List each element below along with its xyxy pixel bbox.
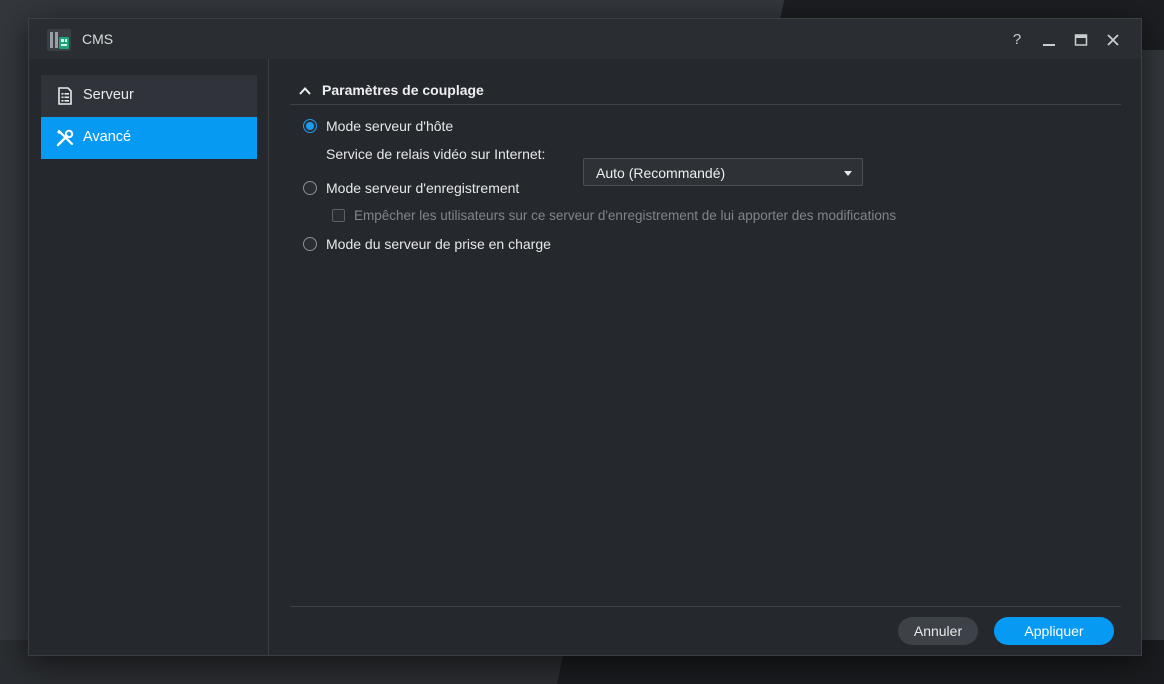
- sidebar-item-serveur[interactable]: Serveur: [41, 75, 257, 117]
- minimize-icon: [1043, 44, 1055, 46]
- section-header-couplage[interactable]: Paramètres de couplage: [290, 81, 1121, 105]
- host-mode-radio[interactable]: [303, 119, 317, 133]
- cms-app-icon: [47, 29, 71, 51]
- prevent-changes-checkbox[interactable]: [332, 209, 345, 222]
- relay-service-label: Service de relais vidéo sur Internet:: [326, 146, 546, 162]
- maximize-button[interactable]: [1070, 29, 1092, 51]
- prevent-changes-label: Empêcher les utilisateurs sur ce serveur…: [354, 208, 897, 223]
- sidebar-item-label: Serveur: [83, 87, 134, 103]
- close-button[interactable]: [1102, 29, 1124, 51]
- host-mode-label[interactable]: Mode serveur d'hôte: [326, 118, 453, 134]
- chevron-up-icon[interactable]: [298, 84, 312, 98]
- relay-service-select[interactable]: Auto (Recommandé): [583, 158, 863, 186]
- caret-down-icon: [844, 171, 852, 176]
- settings-content: Paramètres de couplage Mode serveur d'hô…: [270, 59, 1141, 655]
- failover-mode-radio[interactable]: [303, 237, 317, 251]
- section-title: Paramètres de couplage: [322, 82, 484, 98]
- apply-button[interactable]: Appliquer: [994, 617, 1114, 645]
- document-list-icon: [58, 87, 72, 105]
- recording-mode-radio[interactable]: [303, 181, 317, 195]
- footer-divider: [290, 606, 1121, 607]
- sidebar-item-avance[interactable]: Avancé: [41, 117, 257, 159]
- minimize-button[interactable]: [1038, 29, 1060, 51]
- cms-window: CMS ? Serveur Avancé Paramètres de coupl…: [28, 18, 1142, 656]
- sidebar-item-label: Avancé: [83, 129, 132, 145]
- close-icon: [1107, 34, 1119, 46]
- cancel-button[interactable]: Annuler: [898, 617, 978, 645]
- window-title: CMS: [82, 31, 114, 47]
- relay-service-value: Auto (Recommandé): [596, 165, 726, 181]
- help-button[interactable]: ?: [1006, 29, 1028, 51]
- sidebar: Serveur Avancé: [29, 59, 269, 655]
- help-icon: ?: [1012, 31, 1022, 48]
- maximize-icon: [1074, 34, 1088, 46]
- recording-mode-label[interactable]: Mode serveur d'enregistrement: [326, 180, 519, 196]
- failover-mode-label[interactable]: Mode du serveur de prise en charge: [326, 236, 551, 252]
- title-bar[interactable]: CMS ?: [29, 19, 1141, 59]
- tools-icon: [56, 129, 74, 147]
